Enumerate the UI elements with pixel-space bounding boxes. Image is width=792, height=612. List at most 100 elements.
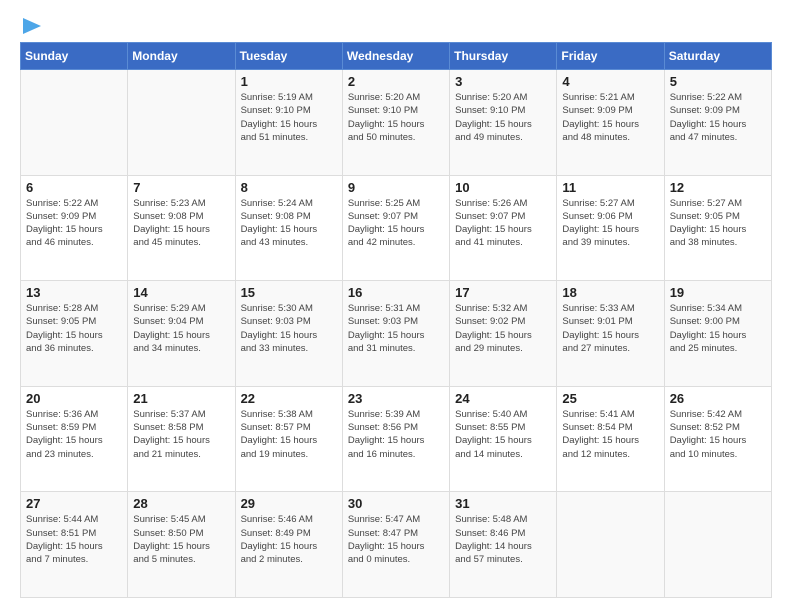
calendar-week-row: 27 Sunrise: 5:44 AM Sunset: 8:51 PM Dayli… [21,492,772,598]
day-number: 28 [133,496,229,511]
calendar-week-row: 6 Sunrise: 5:22 AM Sunset: 9:09 PM Daylig… [21,175,772,281]
calendar-cell: 27 Sunrise: 5:44 AM Sunset: 8:51 PM Dayli… [21,492,128,598]
day-number: 11 [562,180,658,195]
day-info: Sunrise: 5:28 AM Sunset: 9:05 PM Dayligh… [26,302,122,355]
day-number: 29 [241,496,337,511]
day-info: Sunrise: 5:37 AM Sunset: 8:58 PM Dayligh… [133,408,229,461]
calendar-cell: 2 Sunrise: 5:20 AM Sunset: 9:10 PM Daylig… [342,70,449,176]
day-info: Sunrise: 5:30 AM Sunset: 9:03 PM Dayligh… [241,302,337,355]
calendar-cell: 30Sunrise: 5:47 AM Sunset: 8:47 PM Dayli… [342,492,449,598]
calendar-cell: 5 Sunrise: 5:22 AM Sunset: 9:09 PM Daylig… [664,70,771,176]
day-number: 22 [241,391,337,406]
calendar-cell: 8 Sunrise: 5:24 AM Sunset: 9:08 PM Daylig… [235,175,342,281]
calendar-cell: 20 Sunrise: 5:36 AM Sunset: 8:59 PM Dayli… [21,386,128,492]
day-info: Sunrise: 5:25 AM Sunset: 9:07 PM Dayligh… [348,197,444,250]
day-number: 5 [670,74,766,89]
day-info: Sunrise: 5:22 AM Sunset: 9:09 PM Dayligh… [26,197,122,250]
calendar-day-header: Sunday [21,43,128,70]
day-info: Sunrise: 5:38 AM Sunset: 8:57 PM Dayligh… [241,408,337,461]
day-number: 17 [455,285,551,300]
day-number: 27 [26,496,122,511]
day-number: 23 [348,391,444,406]
day-info: Sunrise: 5:29 AM Sunset: 9:04 PM Dayligh… [133,302,229,355]
day-number: 21 [133,391,229,406]
day-number: 6 [26,180,122,195]
calendar-cell: 21 Sunrise: 5:37 AM Sunset: 8:58 PM Dayli… [128,386,235,492]
header [20,18,772,32]
day-number: 25 [562,391,658,406]
calendar-cell: 31 Sunrise: 5:48 AM Sunset: 8:46 PM Dayli… [450,492,557,598]
calendar-day-header: Tuesday [235,43,342,70]
day-number: 15 [241,285,337,300]
day-info: Sunrise: 5:36 AM Sunset: 8:59 PM Dayligh… [26,408,122,461]
day-number: 20 [26,391,122,406]
calendar-cell: 29 Sunrise: 5:46 AM Sunset: 8:49 PM Dayli… [235,492,342,598]
day-info: Sunrise: 5:20 AM Sunset: 9:10 PM Dayligh… [348,91,444,144]
day-info: Sunrise: 5:42 AM Sunset: 8:52 PM Dayligh… [670,408,766,461]
day-number: 31 [455,496,551,511]
calendar-cell [664,492,771,598]
day-info: Sunrise: 5:32 AM Sunset: 9:02 PM Dayligh… [455,302,551,355]
calendar-cell: 16Sunrise: 5:31 AM Sunset: 9:03 PM Dayli… [342,281,449,387]
calendar-cell: 26 Sunrise: 5:42 AM Sunset: 8:52 PM Dayli… [664,386,771,492]
calendar-day-header: Saturday [664,43,771,70]
day-info: Sunrise: 5:41 AM Sunset: 8:54 PM Dayligh… [562,408,658,461]
page: SundayMondayTuesdayWednesdayThursdayFrid… [0,0,792,612]
calendar-day-header: Friday [557,43,664,70]
calendar-cell: 9 Sunrise: 5:25 AM Sunset: 9:07 PM Daylig… [342,175,449,281]
day-number: 1 [241,74,337,89]
day-info: Sunrise: 5:44 AM Sunset: 8:51 PM Dayligh… [26,513,122,566]
day-info: Sunrise: 5:45 AM Sunset: 8:50 PM Dayligh… [133,513,229,566]
calendar-cell: 18 Sunrise: 5:33 AM Sunset: 9:01 PM Dayli… [557,281,664,387]
calendar-cell: 15 Sunrise: 5:30 AM Sunset: 9:03 PM Dayli… [235,281,342,387]
calendar-cell: 14 Sunrise: 5:29 AM Sunset: 9:04 PM Dayli… [128,281,235,387]
day-number: 8 [241,180,337,195]
calendar-cell: 13Sunrise: 5:28 AM Sunset: 9:05 PM Dayli… [21,281,128,387]
logo [20,18,41,32]
logo-arrow-icon [23,16,41,36]
day-number: 26 [670,391,766,406]
calendar-cell: 4 Sunrise: 5:21 AM Sunset: 9:09 PM Daylig… [557,70,664,176]
day-info: Sunrise: 5:21 AM Sunset: 9:09 PM Dayligh… [562,91,658,144]
calendar-cell: 6 Sunrise: 5:22 AM Sunset: 9:09 PM Daylig… [21,175,128,281]
day-number: 3 [455,74,551,89]
day-number: 24 [455,391,551,406]
calendar-cell: 7 Sunrise: 5:23 AM Sunset: 9:08 PM Daylig… [128,175,235,281]
day-number: 4 [562,74,658,89]
calendar-day-header: Wednesday [342,43,449,70]
day-info: Sunrise: 5:23 AM Sunset: 9:08 PM Dayligh… [133,197,229,250]
day-number: 7 [133,180,229,195]
day-info: Sunrise: 5:26 AM Sunset: 9:07 PM Dayligh… [455,197,551,250]
calendar-cell: 3 Sunrise: 5:20 AM Sunset: 9:10 PM Daylig… [450,70,557,176]
day-info: Sunrise: 5:22 AM Sunset: 9:09 PM Dayligh… [670,91,766,144]
calendar-cell: 11Sunrise: 5:27 AM Sunset: 9:06 PM Dayli… [557,175,664,281]
day-info: Sunrise: 5:27 AM Sunset: 9:05 PM Dayligh… [670,197,766,250]
day-number: 16 [348,285,444,300]
calendar-cell: 23Sunrise: 5:39 AM Sunset: 8:56 PM Dayli… [342,386,449,492]
calendar-cell: 10 Sunrise: 5:26 AM Sunset: 9:07 PM Dayli… [450,175,557,281]
day-info: Sunrise: 5:20 AM Sunset: 9:10 PM Dayligh… [455,91,551,144]
day-number: 9 [348,180,444,195]
day-number: 18 [562,285,658,300]
day-info: Sunrise: 5:33 AM Sunset: 9:01 PM Dayligh… [562,302,658,355]
day-info: Sunrise: 5:46 AM Sunset: 8:49 PM Dayligh… [241,513,337,566]
day-info: Sunrise: 5:48 AM Sunset: 8:46 PM Dayligh… [455,513,551,566]
day-number: 2 [348,74,444,89]
calendar-cell: 24 Sunrise: 5:40 AM Sunset: 8:55 PM Dayli… [450,386,557,492]
day-number: 12 [670,180,766,195]
day-info: Sunrise: 5:19 AM Sunset: 9:10 PM Dayligh… [241,91,337,144]
day-number: 14 [133,285,229,300]
calendar-cell: 22 Sunrise: 5:38 AM Sunset: 8:57 PM Dayli… [235,386,342,492]
calendar-day-header: Monday [128,43,235,70]
calendar-cell [128,70,235,176]
day-number: 19 [670,285,766,300]
day-number: 10 [455,180,551,195]
day-info: Sunrise: 5:24 AM Sunset: 9:08 PM Dayligh… [241,197,337,250]
day-number: 30 [348,496,444,511]
day-info: Sunrise: 5:40 AM Sunset: 8:55 PM Dayligh… [455,408,551,461]
calendar-cell: 25 Sunrise: 5:41 AM Sunset: 8:54 PM Dayli… [557,386,664,492]
calendar-cell: 1 Sunrise: 5:19 AM Sunset: 9:10 PM Daylig… [235,70,342,176]
day-info: Sunrise: 5:34 AM Sunset: 9:00 PM Dayligh… [670,302,766,355]
calendar-day-header: Thursday [450,43,557,70]
calendar-week-row: 20 Sunrise: 5:36 AM Sunset: 8:59 PM Dayli… [21,386,772,492]
